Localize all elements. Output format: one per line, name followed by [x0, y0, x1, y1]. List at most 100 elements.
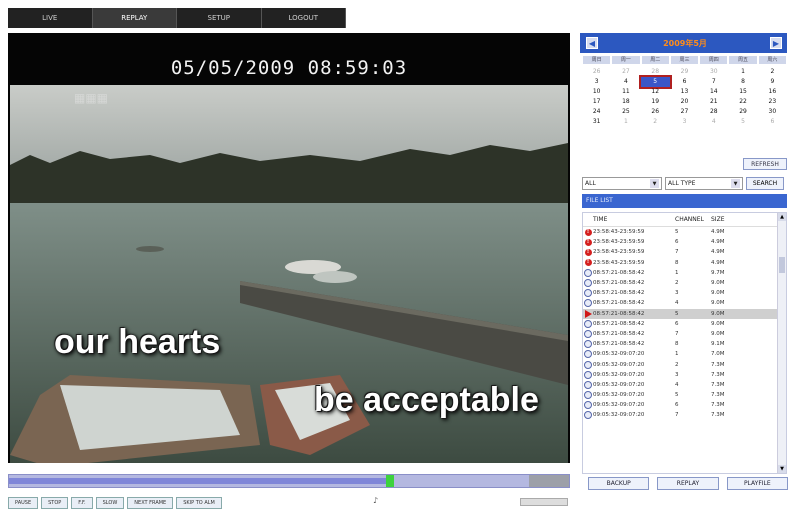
- calendar-day[interactable]: 2: [641, 117, 670, 127]
- pause-button[interactable]: PAUSE: [8, 497, 39, 509]
- record-file-icon: [584, 289, 592, 298]
- tab-setup[interactable]: SETUP: [177, 8, 262, 28]
- calendar-day[interactable]: 21: [699, 97, 728, 107]
- slow-button[interactable]: SLOW: [95, 497, 125, 509]
- file-list-row[interactable]: 09:05:32-09:07:20 5 7.3M: [583, 390, 786, 400]
- file-list-row[interactable]: 09:05:32-09:07:20 3 7.3M: [583, 370, 786, 380]
- calendar-day[interactable]: 27: [670, 107, 699, 117]
- file-list-table: TIME CHANNEL SIZE ! 23:58:43-23:59:59 5 4.9…: [582, 212, 787, 474]
- volume-icon[interactable]: ♪: [373, 496, 378, 505]
- calendar-day[interactable]: 24: [582, 107, 611, 117]
- file-list-row[interactable]: 08:57:21-08:58:42 8 9.1M: [583, 339, 786, 349]
- file-list-row[interactable]: 09:05:32-09:07:20 1 7.0M: [583, 349, 786, 359]
- channel-select[interactable]: ALL ▼: [582, 177, 662, 190]
- calendar-day[interactable]: 8: [728, 77, 757, 87]
- file-list-row[interactable]: ! 23:58:43-23:59:59 5 4.9M: [583, 227, 786, 237]
- calendar-day[interactable]: 4: [611, 77, 640, 87]
- scroll-thumb[interactable]: [779, 257, 785, 273]
- calendar-day[interactable]: 28: [699, 107, 728, 117]
- skip-to-alarm-button[interactable]: SKIP TO ALM: [176, 497, 222, 509]
- calendar-day[interactable]: 16: [758, 87, 787, 97]
- file-list-row[interactable]: 09:05:32-09:07:20 2 7.3M: [583, 359, 786, 369]
- scroll-up-icon[interactable]: ▲: [778, 213, 786, 221]
- next-month-button[interactable]: ▶: [770, 37, 782, 49]
- calendar-day[interactable]: 31: [582, 117, 611, 127]
- file-list-row[interactable]: 08:57:21-08:58:42 2 9.0M: [583, 278, 786, 288]
- calendar-day[interactable]: 1: [728, 67, 757, 77]
- file-size: 4.9M: [711, 239, 725, 246]
- search-button[interactable]: SEARCH: [746, 177, 784, 190]
- next-frame-button[interactable]: NEXT FRAME: [127, 497, 174, 509]
- calendar-day[interactable]: 12: [641, 87, 670, 97]
- file-list-scrollbar[interactable]: ▲ ▼: [777, 213, 786, 473]
- calendar-day[interactable]: 27: [611, 67, 640, 77]
- volume-slider[interactable]: [520, 498, 568, 506]
- record-file-icon: [584, 350, 592, 359]
- tab-logout[interactable]: LOGOUT: [261, 8, 346, 28]
- calendar-day[interactable]: 2: [758, 67, 787, 77]
- video-player[interactable]: 05/05/2009 08:59:03 ▦▦▦ our hearts be ac…: [8, 33, 570, 463]
- refresh-button[interactable]: REFRESH: [743, 158, 787, 170]
- column-channel[interactable]: CHANNEL: [675, 216, 711, 223]
- calendar-day[interactable]: 26: [641, 107, 670, 117]
- calendar-day[interactable]: 19: [641, 97, 670, 107]
- fast-forward-button[interactable]: F.F.: [71, 497, 93, 509]
- calendar-day[interactable]: 15: [728, 87, 757, 97]
- file-list-row[interactable]: 08:57:21-08:58:42 7 9.0M: [583, 329, 786, 339]
- calendar-day[interactable]: 26: [582, 67, 611, 77]
- calendar-day[interactable]: 1: [611, 117, 640, 127]
- calendar-day[interactable]: 30: [758, 107, 787, 117]
- calendar-day[interactable]: 6: [758, 117, 787, 127]
- record-type-select[interactable]: ALL TYPE ▼: [665, 177, 743, 190]
- calendar-day[interactable]: 4: [699, 117, 728, 127]
- calendar-day-selected[interactable]: 5: [638, 75, 672, 89]
- calendar-day[interactable]: 3: [582, 77, 611, 87]
- file-list-row[interactable]: 09:05:32-09:07:20 6 7.3M: [583, 400, 786, 410]
- calendar-day[interactable]: 3: [670, 117, 699, 127]
- file-list-row[interactable]: ! 23:58:43-23:59:59 6 4.9M: [583, 237, 786, 247]
- column-time[interactable]: TIME: [593, 216, 675, 223]
- file-list-row[interactable]: 09:05:32-09:07:20 4 7.3M: [583, 380, 786, 390]
- calendar-day[interactable]: 23: [758, 97, 787, 107]
- calendar-day[interactable]: 14: [699, 87, 728, 97]
- file-time: 23:58:43-23:59:59: [593, 229, 645, 236]
- calendar-day[interactable]: 22: [728, 97, 757, 107]
- calendar-day[interactable]: 28: [641, 67, 670, 77]
- prev-month-button[interactable]: ◀: [586, 37, 598, 49]
- file-list-row[interactable]: ! 23:58:43-23:59:59 8 4.9M: [583, 258, 786, 268]
- calendar-day[interactable]: 11: [611, 87, 640, 97]
- file-list-row[interactable]: 09:05:32-09:07:20 7 7.3M: [583, 410, 786, 420]
- replay-button[interactable]: REPLAY: [657, 477, 719, 490]
- calendar-day[interactable]: 9: [758, 77, 787, 87]
- backup-button[interactable]: BACKUP: [588, 477, 650, 490]
- calendar-day[interactable]: 25: [611, 107, 640, 117]
- playback-timeline[interactable]: [8, 474, 570, 488]
- file-channel: 4: [675, 300, 679, 307]
- calendar-day[interactable]: 13: [670, 87, 699, 97]
- calendar-day[interactable]: 5: [728, 117, 757, 127]
- file-size: 9.0M: [711, 300, 725, 307]
- calendar-day[interactable]: 7: [699, 77, 728, 87]
- calendar-day[interactable]: 29: [728, 107, 757, 117]
- column-size[interactable]: SIZE: [711, 216, 755, 223]
- weekday-label: 周二: [641, 56, 669, 64]
- calendar-day[interactable]: 10: [582, 87, 611, 97]
- file-list-row[interactable]: 08:57:21-08:58:42 3 9.0M: [583, 288, 786, 298]
- stop-button[interactable]: STOP: [41, 497, 69, 509]
- file-list-row[interactable]: 08:57:21-08:58:42 6 9.0M: [583, 319, 786, 329]
- calendar-day[interactable]: 30: [699, 67, 728, 77]
- timeline-position-marker[interactable]: [386, 475, 394, 487]
- calendar-day[interactable]: 20: [670, 97, 699, 107]
- calendar-day[interactable]: 29: [670, 67, 699, 77]
- playfile-button[interactable]: PLAYFILE: [726, 477, 788, 490]
- calendar-day[interactable]: 6: [670, 77, 699, 87]
- file-list-row[interactable]: 08:57:21-08:58:42 5 9.0M: [583, 308, 786, 319]
- calendar-day[interactable]: 17: [582, 97, 611, 107]
- file-list-row[interactable]: ! 23:58:43-23:59:59 7 4.9M: [583, 247, 786, 257]
- tab-live[interactable]: LIVE: [8, 8, 93, 28]
- file-list-row[interactable]: 08:57:21-08:58:42 4 9.0M: [583, 298, 786, 308]
- tab-replay[interactable]: REPLAY: [92, 8, 177, 28]
- calendar-day[interactable]: 18: [611, 97, 640, 107]
- scroll-down-icon[interactable]: ▼: [778, 465, 786, 473]
- file-list-row[interactable]: 08:57:21-08:58:42 1 9.7M: [583, 268, 786, 278]
